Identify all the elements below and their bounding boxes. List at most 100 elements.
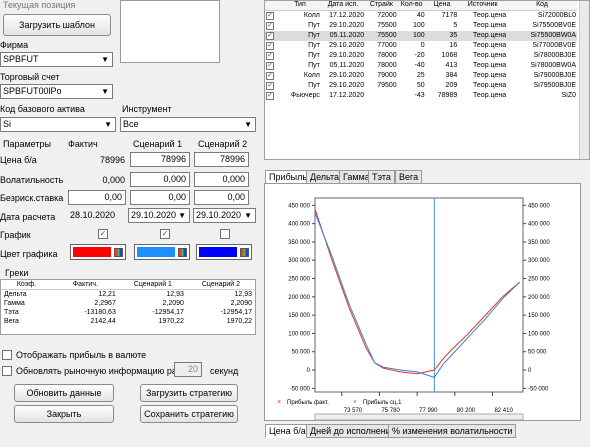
row-checkbox[interactable]: ✓ bbox=[266, 51, 274, 60]
vertical-scrollbar[interactable] bbox=[579, 1, 589, 159]
table-row: Гамма 2,2967 2,2090 2,2090 bbox=[1, 299, 255, 308]
volatility-s2-input[interactable]: 0,000 bbox=[194, 172, 249, 187]
color-s2-picker[interactable] bbox=[196, 244, 252, 260]
tab-delta[interactable]: Дельта bbox=[306, 170, 344, 184]
table-cell: Пут bbox=[308, 41, 320, 49]
y-tick-label: 300 000 bbox=[288, 258, 310, 264]
load-template-button[interactable]: Загрузить шаблон bbox=[3, 14, 111, 36]
table-row[interactable]: ✓ Пут 29.10.2020 77000 0 16 Теор.цена Si77000BV… bbox=[265, 41, 577, 51]
column-header[interactable]: Код bbox=[507, 1, 577, 11]
chevron-down-icon: ▼ bbox=[101, 87, 109, 96]
price-s1-input[interactable]: 78996 bbox=[130, 152, 190, 167]
column-header[interactable]: Кол-во bbox=[397, 1, 426, 11]
graph-fact-checkbox[interactable]: ✓ bbox=[98, 229, 108, 239]
legend-label-1: Прибыль факт. bbox=[287, 400, 329, 406]
table-cell: Пут bbox=[278, 30, 321, 41]
color-label: Цвет графика bbox=[0, 249, 58, 259]
refresh-interval-input[interactable]: 20 bbox=[174, 362, 202, 377]
profit-chart[interactable]: 450 000 450 000 400 000 400 000 350 000 350 0… bbox=[264, 183, 581, 421]
table-cell: 7178 bbox=[441, 11, 458, 19]
rate-s1-input[interactable]: 0,00 bbox=[130, 190, 190, 205]
tab-theta[interactable]: Тэта bbox=[368, 170, 395, 184]
update-data-button[interactable]: Обновить данные bbox=[14, 384, 114, 402]
row-checkbox-cell[interactable]: ✓ bbox=[265, 30, 279, 41]
tab-price[interactable]: Цена б/а bbox=[265, 424, 310, 438]
row-checkbox[interactable]: ✓ bbox=[266, 11, 274, 20]
price-s2-input[interactable]: 78996 bbox=[194, 152, 249, 167]
row-checkbox[interactable]: ✓ bbox=[266, 81, 274, 90]
table-row[interactable]: ✓ Фьючерс 17.12.2020 -43 78989 Теор.цена SiZ0 bbox=[265, 91, 577, 101]
row-checkbox[interactable]: ✓ bbox=[266, 31, 274, 40]
volatility-s1-input[interactable]: 0,000 bbox=[130, 172, 190, 187]
date-s2-picker[interactable]: 29.10.2020 ▼ bbox=[193, 208, 256, 223]
table-cell: 29.10.2020 bbox=[329, 21, 365, 29]
auto-refresh-checkbox[interactable] bbox=[2, 366, 12, 376]
show-currency-checkbox[interactable] bbox=[2, 350, 12, 360]
row-checkbox-cell[interactable]: ✓ bbox=[265, 41, 279, 51]
table-row[interactable]: ✓ Пут 05.11.2020 75500 100 35 Теор.цена Si75500… bbox=[265, 30, 577, 41]
save-strategy-button[interactable]: Сохранить стратегию bbox=[140, 405, 238, 423]
tab-profit[interactable]: Прибыль bbox=[265, 170, 312, 184]
firm-select[interactable]: SPBFUT ▼ bbox=[0, 52, 113, 67]
row-checkbox[interactable]: ✓ bbox=[266, 41, 274, 50]
account-select[interactable]: SPBFUT00lPo ▼ bbox=[0, 84, 113, 99]
column-header[interactable]: Цена bbox=[425, 1, 459, 11]
row-checkbox-cell[interactable]: ✓ bbox=[265, 61, 279, 71]
table-cell: Теор.цена bbox=[473, 71, 507, 79]
tab-days[interactable]: Дней до исполнения bbox=[306, 424, 400, 438]
row-checkbox[interactable]: ✓ bbox=[266, 71, 274, 80]
row-checkbox[interactable]: ✓ bbox=[266, 91, 274, 100]
row-checkbox[interactable]: ✓ bbox=[266, 61, 274, 70]
row-checkbox-cell[interactable]: ✓ bbox=[265, 51, 279, 61]
row-checkbox-cell[interactable]: ✓ bbox=[265, 81, 279, 91]
rate-s2-input[interactable]: 0,00 bbox=[194, 190, 249, 205]
table-row[interactable]: ✓ Колл 29.10.2020 79000 25 384 Теор.цена Si7900… bbox=[265, 71, 577, 81]
table-cell: 35 bbox=[425, 30, 459, 41]
table-cell: -40 bbox=[414, 61, 425, 69]
row-checkbox-cell[interactable]: ✓ bbox=[265, 10, 279, 21]
positions-table[interactable]: Тип Дата исп. Страйк Кол-во Цена Источни… bbox=[264, 0, 590, 160]
row-checkbox-cell[interactable]: ✓ bbox=[265, 91, 279, 101]
y-tick-label: 200 000 bbox=[288, 295, 310, 301]
chevron-down-icon: ▼ bbox=[244, 120, 252, 129]
date-s1-picker[interactable]: 29.10.2020 ▼ bbox=[128, 208, 190, 223]
price-fact: 78996 bbox=[99, 155, 125, 165]
greek-s2: 12,93 bbox=[234, 291, 252, 298]
table-row[interactable]: ✓ Пут 05.11.2020 78000 -40 413 Теор.цена Si7800… bbox=[265, 61, 577, 71]
y-tick-label-right: 400 000 bbox=[528, 222, 550, 228]
y-tick-label-right: 350 000 bbox=[528, 240, 550, 246]
table-cell: 40 bbox=[416, 11, 425, 19]
y-tick-label-right: 300 000 bbox=[528, 258, 550, 264]
tab-vega[interactable]: Вега bbox=[395, 170, 423, 184]
table-row: Вега 2142,44 1970,22 1970,22 bbox=[1, 317, 255, 326]
column-header[interactable]: Тип bbox=[278, 1, 321, 11]
graph-s2-checkbox[interactable] bbox=[220, 229, 230, 239]
tab-volatility-change[interactable]: % изменения волатильности bbox=[388, 424, 517, 438]
table-cell: 79000 bbox=[377, 71, 397, 79]
table-row[interactable]: ✓ Пут 29.10.2020 75500 100 5 Теор.цена Si75500B… bbox=[265, 21, 577, 31]
graph-s1-checkbox[interactable]: ✓ bbox=[160, 229, 170, 239]
load-strategy-button[interactable]: Загрузить стратегию bbox=[140, 384, 238, 402]
color-s1-picker[interactable] bbox=[134, 244, 190, 260]
row-checkbox[interactable]: ✓ bbox=[266, 21, 274, 30]
column-header[interactable]: Источник bbox=[458, 1, 508, 11]
chevron-down-icon: ▼ bbox=[101, 55, 109, 64]
table-row[interactable]: ✓ Пут 29.10.2020 79500 50 209 Теор.цена Si79500… bbox=[265, 81, 577, 91]
column-header[interactable]: Страйк bbox=[365, 1, 398, 11]
close-button[interactable]: Закрыть bbox=[14, 405, 114, 423]
chevron-down-icon: ▼ bbox=[178, 211, 186, 220]
row-checkbox-cell[interactable]: ✓ bbox=[265, 21, 279, 31]
table-row[interactable]: ✓ Колл 17.12.2020 72000 40 7178 Теор.цена Si720… bbox=[265, 10, 577, 21]
row-checkbox-cell[interactable]: ✓ bbox=[265, 71, 279, 81]
y-tick-label-right: 0 bbox=[528, 368, 532, 374]
column-header[interactable]: Дата исп. bbox=[320, 1, 366, 11]
base-code-select[interactable]: Si ▼ bbox=[0, 117, 116, 132]
color-fact-picker[interactable] bbox=[70, 244, 126, 260]
table-cell: 78000 bbox=[377, 51, 397, 59]
table-row[interactable]: ✓ Пут 29.10.2020 78000 -20 1068 Теор.цена Si780… bbox=[265, 51, 577, 61]
rate-fact-input[interactable]: 0,00 bbox=[68, 190, 126, 205]
chevron-down-icon: ▼ bbox=[104, 120, 112, 129]
greek-fact: -13180,63 bbox=[84, 309, 116, 316]
y-tick-label: -50 000 bbox=[290, 386, 311, 392]
instrument-select[interactable]: Все ▼ bbox=[120, 117, 256, 132]
